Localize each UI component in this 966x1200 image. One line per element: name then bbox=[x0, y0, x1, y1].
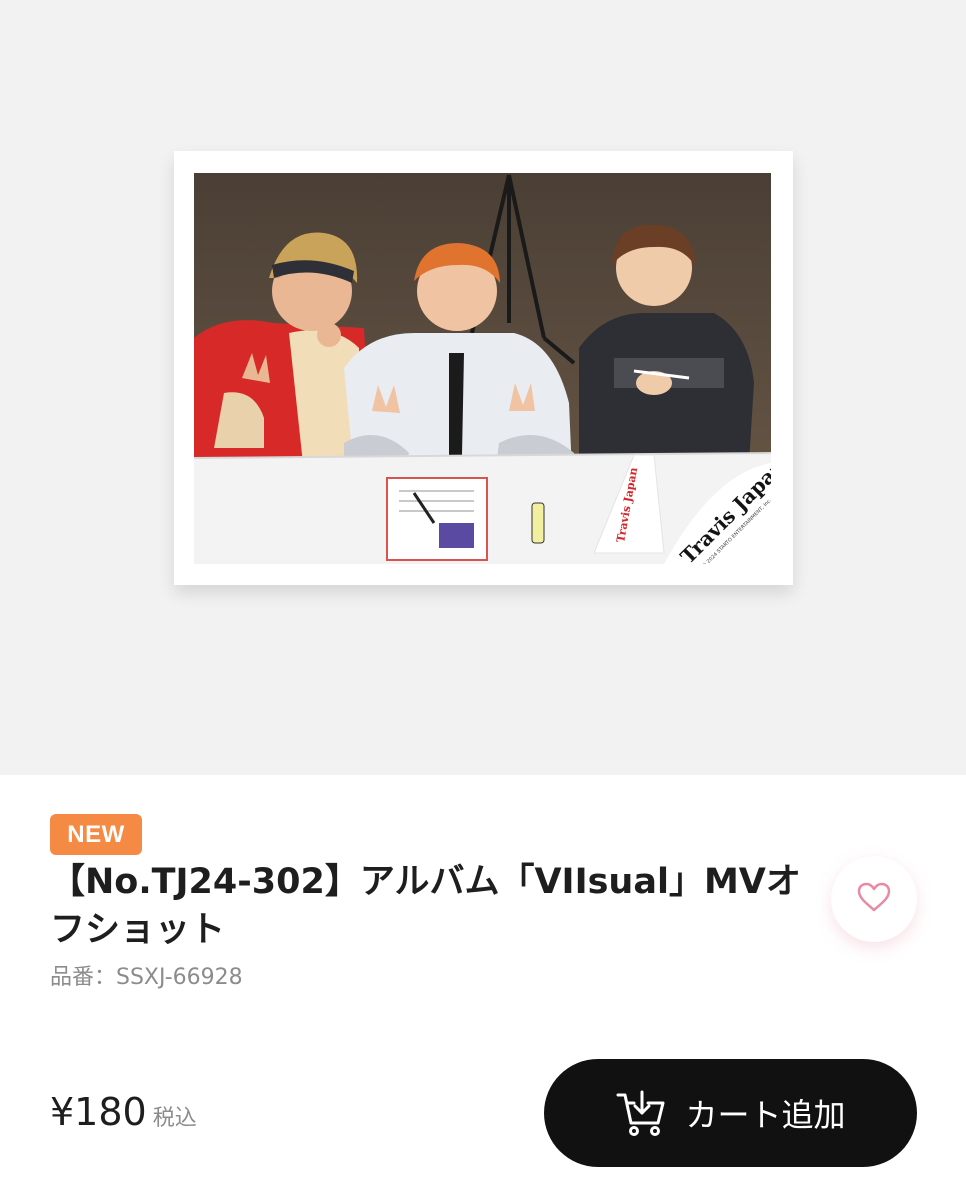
product-photo: Travis Japan Travis Japan © 2024 STARTO … bbox=[194, 173, 771, 564]
tax-label: 税込 bbox=[152, 1106, 197, 1131]
new-badge: NEW bbox=[50, 814, 142, 855]
add-to-cart-label: カート追加 bbox=[685, 1096, 846, 1134]
heart-outline-icon bbox=[857, 882, 891, 916]
product-image-area: Travis Japan Travis Japan © 2024 STARTO … bbox=[0, 0, 966, 775]
price-value: ¥180 bbox=[50, 1090, 147, 1134]
price: ¥180 税込 bbox=[50, 1090, 197, 1134]
product-title: 【No.TJ24-302】アルバム「VIIsual」MVオフショット bbox=[50, 862, 801, 950]
favorite-button[interactable] bbox=[831, 856, 917, 942]
cart-download-icon bbox=[615, 1089, 667, 1137]
product-sku: 品番：SSXJ-66928 bbox=[50, 965, 243, 990]
product-photo-card[interactable]: Travis Japan Travis Japan © 2024 STARTO … bbox=[174, 151, 793, 585]
add-to-cart-button[interactable]: カート追加 bbox=[544, 1059, 917, 1167]
